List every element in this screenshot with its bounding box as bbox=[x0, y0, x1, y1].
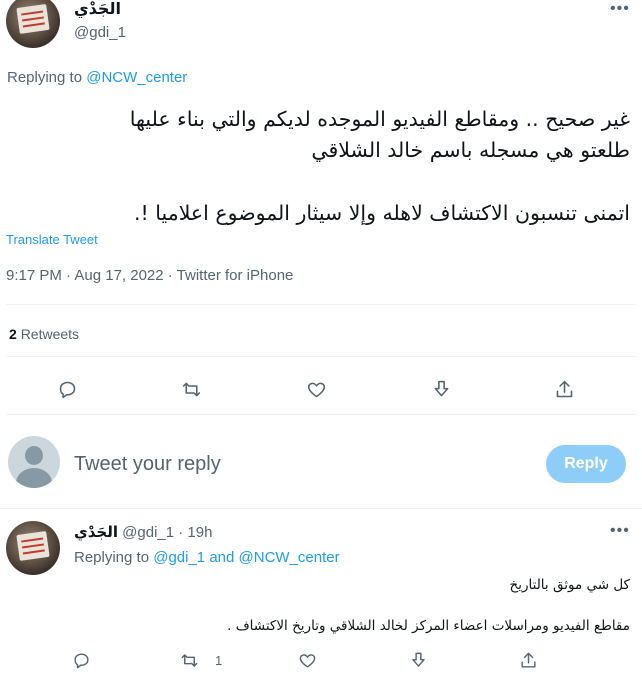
reply-replying-prefix: Replying to bbox=[74, 549, 150, 566]
reply-author-avatar[interactable] bbox=[6, 521, 60, 575]
more-icon[interactable]: ••• bbox=[610, 0, 630, 18]
reply-replying-to-line: Replying to @gdi_1 and @NCW_center bbox=[74, 549, 340, 566]
divider bbox=[6, 304, 636, 305]
share-button[interactable] bbox=[554, 379, 575, 400]
reply-text-line-2: مقاطع الفيديو ومراسلات اعضاء المركز لخال… bbox=[227, 618, 630, 634]
share-icon bbox=[556, 380, 573, 398]
tweet-text-line-2: طلعتو هي مسجله باسم خالد الشلاقي bbox=[311, 138, 630, 162]
divider bbox=[0, 508, 642, 509]
reply-submit-label: Reply bbox=[564, 455, 608, 472]
avatar-sign-image bbox=[16, 3, 50, 34]
reply-author-line: الجَدْي @gdi_1 · 19h bbox=[74, 523, 212, 541]
reply-retweet-button[interactable]: 1 bbox=[180, 651, 222, 670]
retweets-stat[interactable]: 2 Retweets bbox=[9, 326, 79, 342]
translate-tweet-link[interactable]: Translate Tweet bbox=[6, 232, 98, 247]
current-user-avatar[interactable] bbox=[8, 436, 60, 488]
reply-input[interactable]: Tweet your reply bbox=[74, 453, 221, 476]
reply-replying-and: and bbox=[209, 549, 235, 566]
reply-replying-link-2[interactable]: @NCW_center bbox=[239, 549, 340, 566]
reply-replying-link-1[interactable]: @gdi_1 bbox=[153, 549, 205, 566]
reply-text-line-1: كل شي موثق بالتاريخ bbox=[509, 577, 630, 593]
author-name[interactable]: الجَدْي bbox=[74, 0, 121, 18]
author-handle[interactable]: @gdi_1 bbox=[74, 24, 126, 41]
retweets-label: Retweets bbox=[20, 326, 80, 342]
like-icon bbox=[299, 654, 316, 668]
tweet-text-line-1: غير صحيح .. ومقاطع الفيديو الموجده لديكم… bbox=[129, 107, 630, 131]
retweet-button[interactable] bbox=[181, 379, 202, 400]
tweet-text: غير صحيح .. ومقاطع الفيديو الموجده لديكم… bbox=[6, 104, 630, 229]
share-icon bbox=[521, 652, 536, 668]
reply-reply-button[interactable] bbox=[72, 651, 91, 670]
like-icon bbox=[307, 382, 326, 398]
reply-button[interactable] bbox=[57, 379, 78, 400]
divider bbox=[6, 414, 636, 415]
more-icon[interactable]: ••• bbox=[610, 522, 630, 540]
author-avatar[interactable] bbox=[6, 0, 60, 48]
like-button[interactable] bbox=[306, 379, 327, 400]
reply-share-button[interactable] bbox=[519, 651, 538, 670]
replying-to-line: Replying to @NCW_center bbox=[7, 69, 187, 86]
reply-icon bbox=[59, 381, 76, 399]
tweet-text-line-3: اتمنى تنسبون الاكتشاف لاهله وإلا سيثار ا… bbox=[134, 201, 630, 225]
reply-icon bbox=[74, 653, 89, 669]
tweet-timestamp[interactable]: 9:17 PM · Aug 17, 2022 · Twitter for iPh… bbox=[6, 267, 293, 284]
download-icon bbox=[412, 652, 425, 667]
reply-like-button[interactable] bbox=[298, 651, 317, 670]
retweets-count: 2 bbox=[9, 326, 17, 342]
bookmark-button[interactable] bbox=[431, 379, 452, 400]
replying-to-link[interactable]: @NCW_center bbox=[86, 69, 187, 86]
avatar-sign-image bbox=[16, 530, 50, 561]
retweet-icon bbox=[182, 382, 201, 397]
replying-to-prefix: Replying to bbox=[7, 69, 83, 86]
reply-author-handle-time[interactable]: @gdi_1 · 19h bbox=[122, 524, 212, 541]
reply-tweet-text: كل شي موثق بالتاريخ مقاطع الفيديو ومراسل… bbox=[74, 575, 630, 637]
divider bbox=[6, 356, 636, 357]
reply-author-name[interactable]: الجَدْي bbox=[74, 523, 118, 541]
reply-retweet-count: 1 bbox=[215, 653, 223, 668]
reply-submit-button[interactable]: Reply bbox=[546, 445, 626, 483]
download-icon bbox=[434, 380, 449, 397]
retweet-icon bbox=[181, 654, 198, 667]
reply-bookmark-button[interactable] bbox=[409, 651, 428, 670]
